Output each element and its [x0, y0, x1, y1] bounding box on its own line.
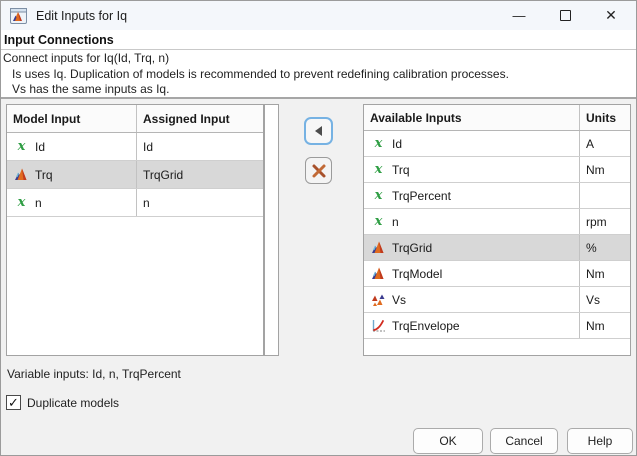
- units-value: %: [586, 240, 597, 255]
- envelope-plot-icon: [370, 318, 387, 334]
- description-line-3: Vs has the same inputs as Iq.: [12, 82, 170, 96]
- variable-x-icon: x: [374, 136, 383, 151]
- model-inputs-header: Model Input Assigned Input: [7, 105, 263, 133]
- available-input-name: Vs: [392, 292, 407, 307]
- column-header-units: Units: [586, 110, 616, 125]
- window-title: Edit Inputs for Iq: [36, 8, 128, 23]
- cancel-button[interactable]: Cancel: [490, 428, 558, 454]
- remove-assignment-button[interactable]: [305, 157, 332, 184]
- duplicate-models-label: Duplicate models: [27, 395, 120, 410]
- column-header-available-inputs: Available Inputs: [364, 105, 580, 130]
- section-divider: [1, 97, 636, 99]
- units-value: [580, 183, 630, 208]
- duplicate-models-checkbox-row[interactable]: ✓ Duplicate models: [6, 395, 119, 410]
- available-input-name: TrqModel: [392, 266, 443, 281]
- table-row[interactable]: x n n: [7, 189, 263, 217]
- pointcloud-model-icon: [370, 292, 387, 308]
- titlebar: Edit Inputs for Iq — ✕: [1, 1, 636, 30]
- units-value: A: [586, 136, 595, 151]
- units-value: Nm: [586, 266, 605, 281]
- variable-x-icon: x: [17, 195, 26, 210]
- variable-x-icon: x: [374, 162, 383, 177]
- header-divider: [1, 49, 636, 50]
- model-input-name: Trq: [35, 167, 53, 182]
- units-value: Nm: [586, 318, 605, 333]
- model-input-name: n: [35, 195, 42, 210]
- assign-input-button[interactable]: [304, 117, 333, 145]
- available-inputs-table: Available Inputs Units x Id A x Trq Nm x…: [363, 104, 631, 356]
- assigned-input-name: TrqGrid: [143, 167, 184, 182]
- available-input-name: TrqPercent: [392, 188, 451, 203]
- table-row-selected[interactable]: TrqGrid %: [364, 235, 630, 261]
- minimize-icon[interactable]: —: [496, 1, 542, 30]
- red-x-icon: [312, 164, 325, 177]
- description-zone: Input Connections Connect inputs for Iq(…: [1, 30, 636, 98]
- assigned-input-name: n: [143, 195, 150, 210]
- table-row[interactable]: x TrqPercent: [364, 183, 630, 209]
- close-icon[interactable]: ✕: [588, 1, 634, 30]
- available-input-name: TrqEnvelope: [392, 318, 460, 333]
- left-arrow-icon: [315, 126, 322, 136]
- matlab-model-icon: [370, 240, 387, 256]
- column-header-model-input: Model Input: [7, 105, 137, 132]
- section-title: Input Connections: [4, 33, 114, 47]
- table-row[interactable]: x Trq Nm: [364, 157, 630, 183]
- table-row[interactable]: TrqModel Nm: [364, 261, 630, 287]
- left-table-scrollbar[interactable]: [264, 104, 279, 356]
- ok-button[interactable]: OK: [413, 428, 483, 454]
- matlab-app-icon: [10, 7, 27, 24]
- maximize-icon[interactable]: [542, 1, 588, 30]
- available-input-name: Id: [392, 136, 403, 151]
- edit-inputs-dialog: Edit Inputs for Iq — ✕ Input Connections…: [0, 0, 637, 456]
- column-header-assigned-input: Assigned Input: [143, 111, 230, 126]
- checkbox-checked-icon[interactable]: ✓: [6, 395, 21, 410]
- table-row[interactable]: x Id A: [364, 131, 630, 157]
- variable-x-icon: x: [374, 188, 383, 203]
- model-input-name: Id: [35, 139, 46, 154]
- variable-inputs-text: Variable inputs: Id, n, TrqPercent: [7, 367, 181, 381]
- table-row[interactable]: x Id Id: [7, 133, 263, 161]
- help-button[interactable]: Help: [567, 428, 633, 454]
- units-value: Nm: [586, 162, 605, 177]
- assigned-input-name: Id: [143, 139, 154, 154]
- description-text: Connect inputs for Iq(Id, Trq, n) Is use…: [1, 51, 636, 98]
- available-input-name: TrqGrid: [392, 240, 433, 255]
- units-value: Vs: [586, 292, 601, 307]
- table-row[interactable]: x n rpm: [364, 209, 630, 235]
- table-row[interactable]: TrqEnvelope Nm: [364, 313, 630, 339]
- table-row-selected[interactable]: Trq TrqGrid: [7, 161, 263, 189]
- description-line-2: Is uses Iq. Duplication of models is rec…: [12, 66, 509, 81]
- matlab-model-icon: [13, 167, 30, 183]
- matlab-model-icon: [370, 266, 387, 282]
- description-line-1: Connect inputs for Iq(Id, Trq, n): [3, 51, 170, 65]
- variable-x-icon: x: [374, 214, 383, 229]
- available-input-name: n: [392, 214, 399, 229]
- available-input-name: Trq: [392, 162, 410, 177]
- table-row[interactable]: Vs Vs: [364, 287, 630, 313]
- model-inputs-table: Model Input Assigned Input x Id Id Trq T…: [6, 104, 264, 356]
- units-value: rpm: [586, 214, 607, 229]
- available-inputs-header: Available Inputs Units: [364, 105, 630, 131]
- variable-x-icon: x: [17, 139, 26, 154]
